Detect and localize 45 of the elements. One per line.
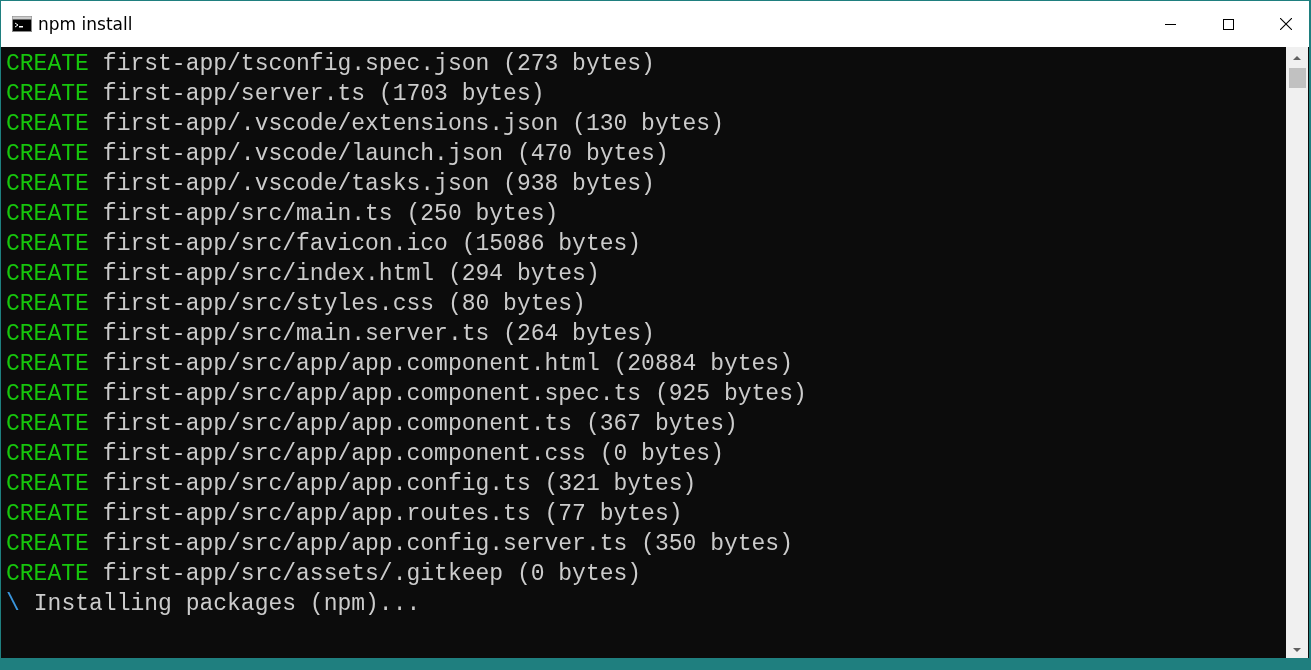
status-label: CREATE [6,110,89,139]
status-label: CREATE [6,290,89,319]
console-text: first-app/src/favicon.ico (15086 bytes) [102,230,642,259]
console-text: first-app/.vscode/launch.json (470 bytes) [102,140,669,169]
window-title: npm install [38,14,134,34]
status-label: CREATE [6,170,89,199]
status-label: CREATE [6,410,89,439]
status-label: CREATE [6,530,89,559]
status-label: CREATE [6,230,89,259]
status-label: CREATE [6,50,89,79]
console-text: first-app/src/main.server.ts (264 bytes) [102,320,655,349]
console-text: first-app/src/app/app.routes.ts (77 bytes) [102,500,683,529]
console-text: first-app/tsconfig.spec.json (273 bytes) [102,50,655,79]
maximize-icon [1222,18,1234,30]
scrollbar[interactable] [1286,47,1308,658]
console-text: Installing packages (npm)... [33,590,421,619]
status-label: CREATE [6,200,89,229]
console-text: first-app/src/index.html (294 bytes) [102,260,600,289]
console-text: first-app/src/app/app.component.spec.ts (925 bytes) [102,380,807,409]
status-label: CREATE [6,560,89,589]
console-text: first-app/src/app/app.component.css (0 bytes) [102,440,724,469]
scroll-thumb[interactable] [1288,68,1306,88]
status-label: CREATE [6,80,89,109]
console-text: first-app/src/app/app.component.html (20884 bytes) [102,350,793,379]
status-label: CREATE [6,380,89,409]
console-text: first-app/src/app/app.component.ts (367 bytes) [102,410,738,439]
status-label: CREATE [6,260,89,289]
status-label: CREATE [6,350,89,379]
console-text: first-app/src/main.ts (250 bytes) [102,200,559,229]
minimize-icon [1164,23,1176,25]
console-text: first-app/server.ts (1703 bytes) [102,80,545,109]
terminal-icon [12,16,32,32]
status-label: CREATE [6,440,89,469]
status-label: CREATE [6,320,89,349]
console-text: first-app/src/app/app.config.server.ts (350 bytes) [102,530,793,559]
console-text: first-app/.vscode/extensions.json (130 bytes) [102,110,724,139]
status-label: CREATE [6,500,89,529]
console-text: first-app/.vscode/tasks.json (938 bytes) [102,170,655,199]
spinner-glyph: \ [6,590,20,619]
close-icon [1280,18,1292,30]
console-text: first-app/src/styles.css (80 bytes) [102,290,586,319]
status-label: CREATE [6,470,89,499]
console-text: first-app/src/assets/.gitkeep (0 bytes) [102,560,642,589]
status-label: CREATE [6,140,89,169]
console-text: first-app/src/app/app.config.ts (321 bytes) [102,470,697,499]
